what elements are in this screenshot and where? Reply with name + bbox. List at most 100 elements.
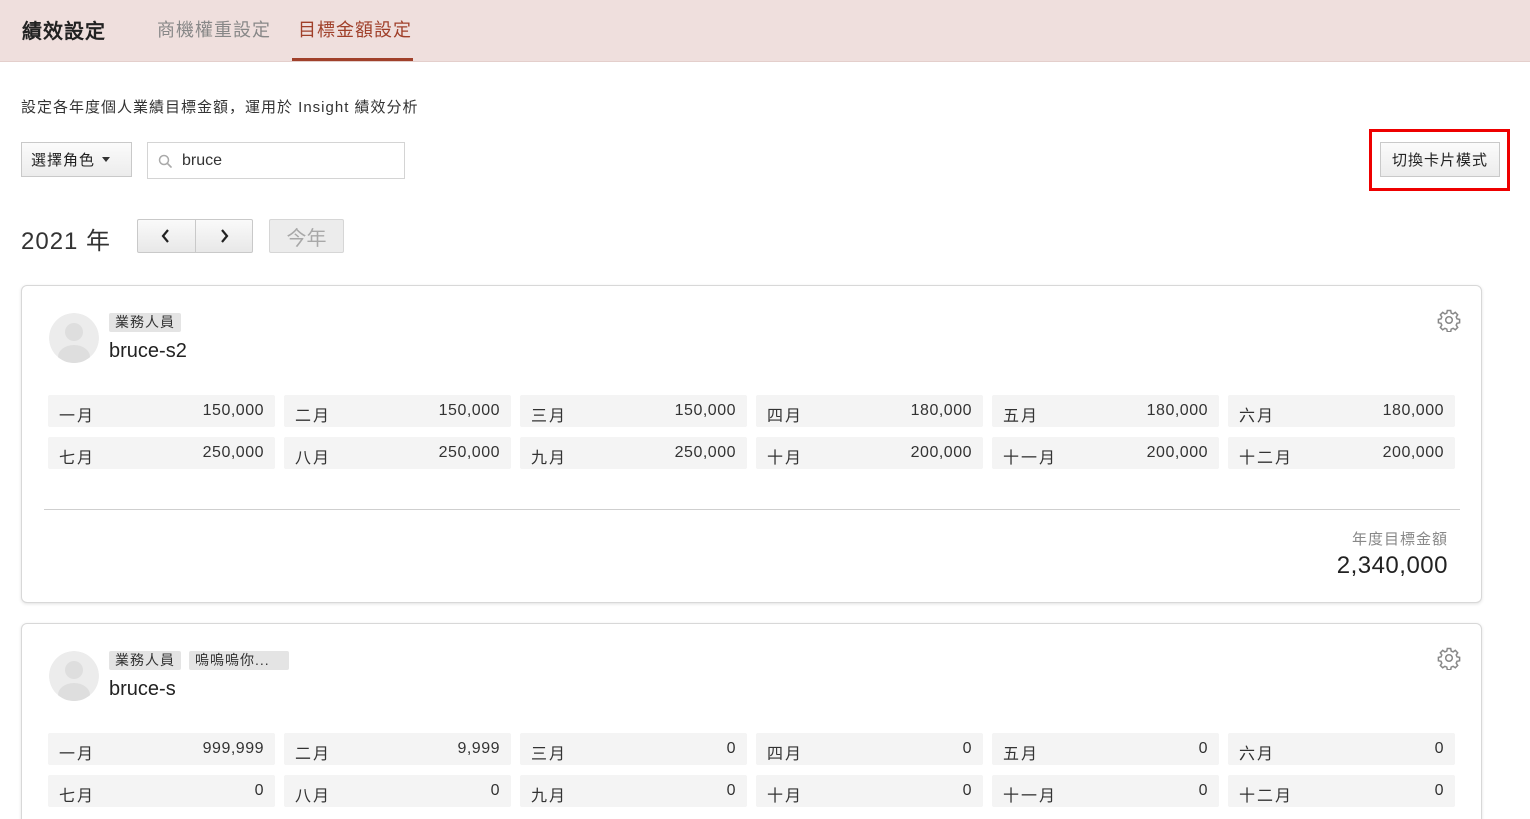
top-header-bar: 績效設定 商機權重設定 目標金額設定: [0, 0, 1530, 62]
month-label: 十月: [767, 450, 804, 467]
role-tags: 業務人員 嗚嗚嗚你...: [109, 651, 289, 670]
month-cell[interactable]: 三月 0: [520, 733, 747, 765]
month-value: 200,000: [1382, 444, 1444, 461]
chevron-left-icon: [161, 229, 170, 243]
month-value: 200,000: [910, 444, 972, 461]
next-year-button[interactable]: [194, 220, 253, 252]
annual-target-label: 年度目標金額: [1351, 531, 1448, 548]
month-cell[interactable]: 九月 0: [520, 775, 747, 807]
month-cell[interactable]: 十二月 0: [1228, 775, 1455, 807]
month-value: 0: [1434, 740, 1444, 757]
month-value: 0: [726, 740, 736, 757]
month-value: 180,000: [1146, 402, 1208, 419]
month-cell[interactable]: 九月 250,000: [520, 437, 747, 469]
chevron-right-icon: [220, 229, 229, 243]
month-value: 180,000: [1382, 402, 1444, 419]
month-value: 0: [962, 782, 972, 799]
month-value: 180,000: [910, 402, 972, 419]
month-value: 250,000: [674, 444, 736, 461]
month-label: 四月: [767, 746, 804, 763]
month-cell[interactable]: 十月 0: [756, 775, 983, 807]
month-cell[interactable]: 六月 0: [1228, 733, 1455, 765]
month-value: 150,000: [202, 402, 264, 419]
search-input[interactable]: [182, 143, 397, 178]
tab-opportunity-weight[interactable]: 商機權重設定: [157, 16, 271, 42]
month-cell[interactable]: 十月 200,000: [756, 437, 983, 469]
card-divider: [44, 509, 1460, 510]
month-label: 五月: [1003, 408, 1040, 425]
month-label: 七月: [59, 450, 96, 467]
month-cell[interactable]: 十二月 200,000: [1228, 437, 1455, 469]
month-label: 三月: [531, 746, 568, 763]
month-value: 250,000: [202, 444, 264, 461]
role-select-label: 選擇角色: [31, 152, 96, 169]
month-label: 十月: [767, 788, 804, 805]
active-tab-indicator: [292, 58, 413, 61]
month-value: 999,999: [202, 740, 264, 757]
month-cell[interactable]: 一月 150,000: [48, 395, 275, 427]
month-value: 0: [962, 740, 972, 757]
toggle-card-mode-button[interactable]: 切換卡片模式: [1380, 142, 1500, 177]
month-cell[interactable]: 四月 0: [756, 733, 983, 765]
month-value: 9,999: [457, 740, 500, 757]
month-cell[interactable]: 七月 0: [48, 775, 275, 807]
month-cell[interactable]: 五月 180,000: [992, 395, 1219, 427]
month-value: 0: [1198, 740, 1208, 757]
month-label: 十二月: [1239, 788, 1294, 805]
month-label: 八月: [295, 450, 332, 467]
month-label: 四月: [767, 408, 804, 425]
role-select-dropdown[interactable]: 選擇角色: [21, 142, 132, 177]
month-label: 六月: [1239, 746, 1276, 763]
month-value: 0: [726, 782, 736, 799]
month-value: 150,000: [438, 402, 500, 419]
month-cell[interactable]: 五月 0: [992, 733, 1219, 765]
month-value: 200,000: [1146, 444, 1208, 461]
month-cell[interactable]: 三月 150,000: [520, 395, 747, 427]
gear-icon[interactable]: [1437, 308, 1461, 332]
month-cell[interactable]: 一月 999,999: [48, 733, 275, 765]
avatar: [49, 651, 99, 701]
month-cell[interactable]: 六月 180,000: [1228, 395, 1455, 427]
month-value: 0: [254, 782, 264, 799]
month-cell[interactable]: 八月 250,000: [284, 437, 511, 469]
caret-down-icon: [102, 157, 111, 162]
user-name: bruce-s2: [109, 340, 187, 362]
search-box: [147, 142, 405, 179]
month-label: 十二月: [1239, 450, 1294, 467]
search-icon: [158, 154, 172, 168]
month-cell[interactable]: 十一月 200,000: [992, 437, 1219, 469]
user-target-card: 業務人員 嗚嗚嗚你... bruce-s 一月 999,999 二月 9,999 三…: [21, 623, 1482, 819]
user-target-card: 業務人員 bruce-s2 一月 150,000 二月 150,000 三月 150,…: [21, 285, 1482, 603]
role-tag: 業務人員: [109, 651, 181, 670]
month-label: 六月: [1239, 408, 1276, 425]
tab-target-amount[interactable]: 目標金額設定: [298, 16, 412, 42]
month-label: 一月: [59, 746, 96, 763]
this-year-button[interactable]: 今年: [269, 219, 344, 253]
year-nav-group: [137, 219, 253, 253]
role-tag: 業務人員: [109, 313, 181, 332]
month-cell[interactable]: 八月 0: [284, 775, 511, 807]
month-cell[interactable]: 二月 150,000: [284, 395, 511, 427]
gear-icon[interactable]: [1437, 646, 1461, 670]
month-label: 七月: [59, 788, 96, 805]
month-value: 250,000: [438, 444, 500, 461]
user-name: bruce-s: [109, 678, 176, 700]
annual-target-value: 2,340,000: [1336, 552, 1448, 579]
month-cell[interactable]: 二月 9,999: [284, 733, 511, 765]
month-cell[interactable]: 四月 180,000: [756, 395, 983, 427]
role-tags: 業務人員: [109, 313, 181, 332]
month-label: 十一月: [1003, 450, 1058, 467]
prev-year-button[interactable]: [138, 220, 195, 252]
month-label: 三月: [531, 408, 568, 425]
month-label: 一月: [59, 408, 96, 425]
month-label: 二月: [295, 408, 332, 425]
year-label: 2021 年: [21, 228, 112, 255]
month-label: 八月: [295, 788, 332, 805]
role-tag: 嗚嗚嗚你...: [189, 651, 289, 670]
month-value: 150,000: [674, 402, 736, 419]
month-cell[interactable]: 七月 250,000: [48, 437, 275, 469]
month-value: 0: [1198, 782, 1208, 799]
month-value: 0: [490, 782, 500, 799]
avatar: [49, 313, 99, 363]
month-cell[interactable]: 十一月 0: [992, 775, 1219, 807]
